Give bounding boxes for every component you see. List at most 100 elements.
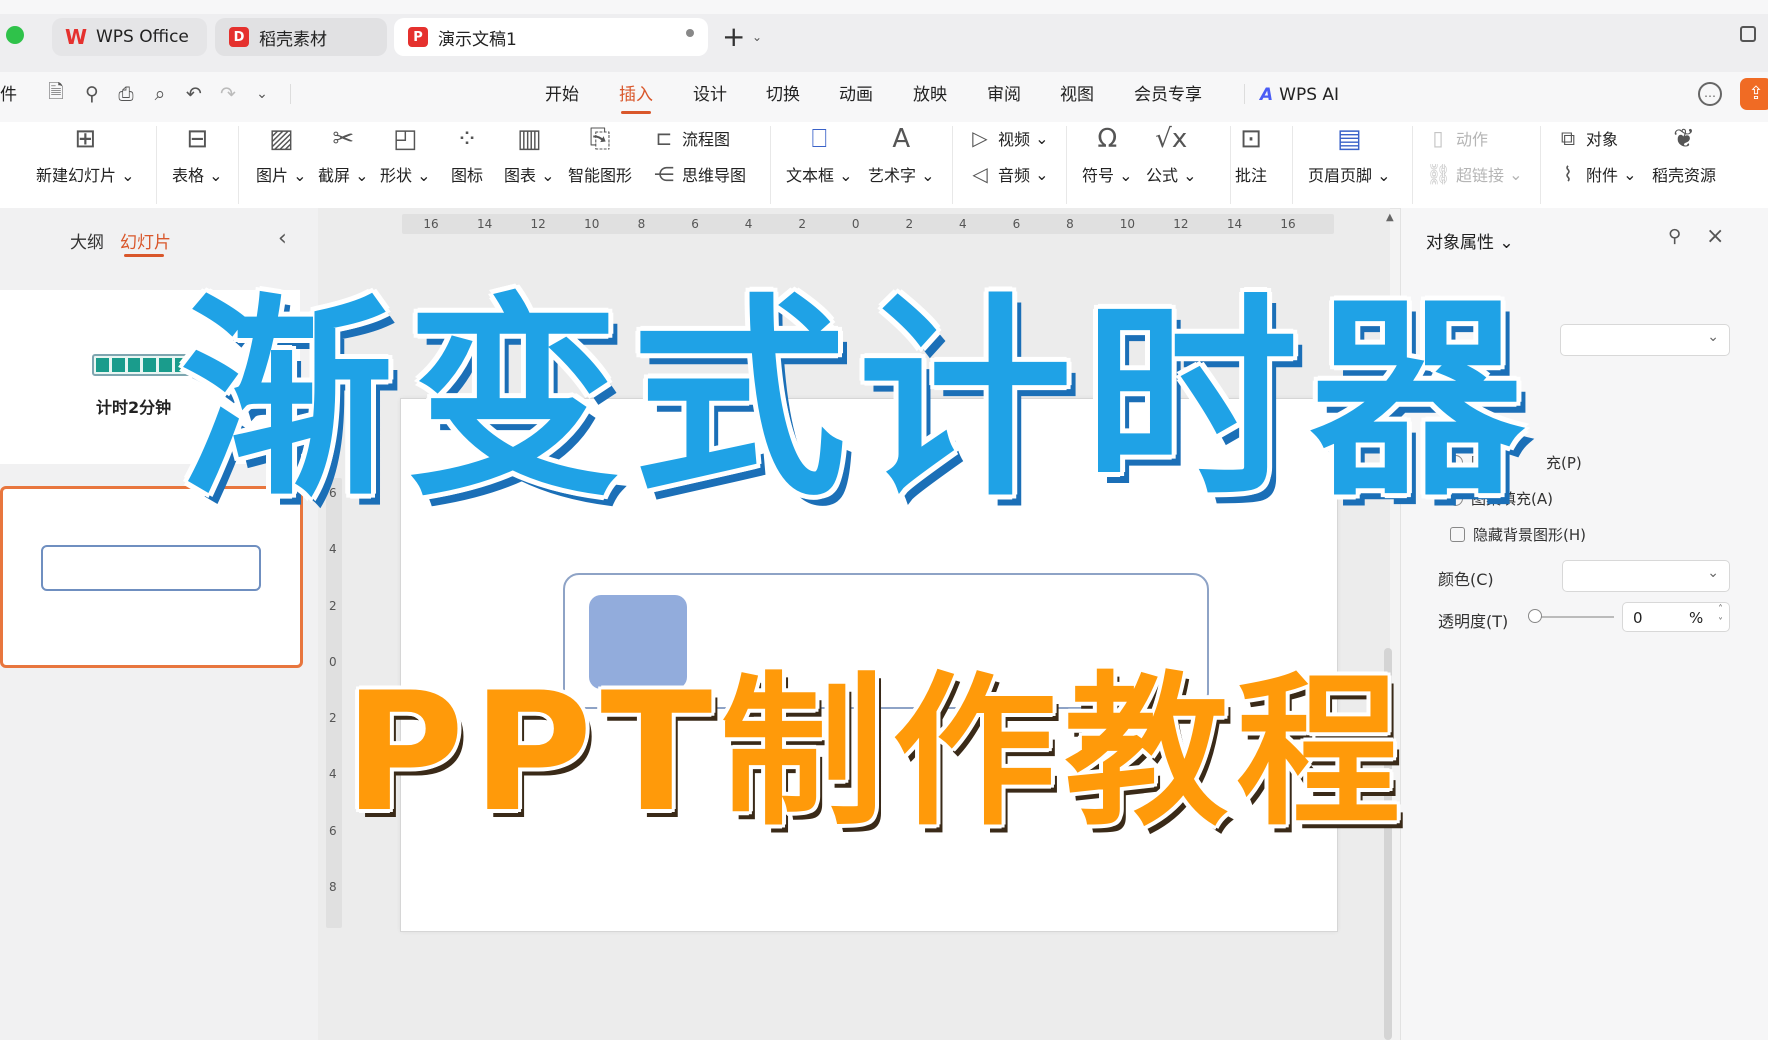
formula-button[interactable]: √x 公式 ⌄ — [1146, 122, 1197, 186]
color-select[interactable]: ⌄ — [1562, 560, 1730, 592]
menu-design[interactable]: 设计 — [693, 74, 727, 116]
smart-graphic-icon: ⎘ — [589, 124, 611, 154]
tab-presentation-1[interactable]: P 演示文稿1 — [394, 18, 708, 56]
scroll-up-icon[interactable]: ▲ — [1386, 212, 1394, 223]
daoke-resources-button[interactable]: ❦ 稻壳资源 — [1652, 122, 1716, 186]
tab-label: 演示文稿1 — [438, 29, 517, 50]
mindmap-button[interactable]: ⋲ 思维导图 — [652, 162, 746, 186]
divider — [770, 126, 771, 204]
menu-member[interactable]: 会员专享 — [1134, 74, 1202, 116]
save-icon[interactable]: 🗎 — [42, 80, 70, 108]
top-strip — [0, 0, 1768, 14]
wps-ai-button[interactable]: A WPS AI — [1260, 74, 1339, 116]
icon-button[interactable]: ⁘ 图标 — [450, 122, 484, 186]
undo-icon[interactable]: ↶ — [180, 80, 208, 108]
spinner-icon[interactable]: ˄ ˅ — [1718, 603, 1723, 629]
new-tab-button[interactable]: + — [722, 20, 745, 53]
picture-button[interactable]: ▨ 图片 ⌄ — [256, 122, 307, 186]
object-icon: ⧉ — [1560, 126, 1576, 150]
ruler-tick-label: 4 — [329, 767, 337, 782]
hyperlink-button[interactable]: ⛓ 超链接 ⌄ — [1426, 162, 1523, 186]
pin-icon[interactable]: ⚲ — [1668, 226, 1681, 247]
new-slide-icon: ⊞ — [74, 124, 97, 154]
formula-icon: √x — [1155, 124, 1188, 154]
audio-button[interactable]: ◁ 音频 ⌄ — [968, 162, 1048, 186]
table-label: 表格 — [172, 166, 205, 185]
window-zoom-button[interactable] — [6, 26, 24, 44]
wordart-icon: A — [892, 124, 911, 154]
transparency-slider-track[interactable] — [1536, 616, 1614, 618]
print-icon[interactable]: ⎙ — [112, 80, 140, 108]
menu-slideshow[interactable]: 放映 — [913, 74, 947, 116]
chart-icon: ▥ — [516, 124, 542, 154]
menu-insert[interactable]: 插入 — [619, 74, 653, 116]
screenshot-icon: ✂ — [332, 124, 355, 154]
menu-animation[interactable]: 动画 — [839, 74, 873, 116]
shape-button[interactable]: ◰ 形状 ⌄ — [380, 122, 431, 186]
menu-file-partial[interactable]: 件 — [0, 74, 17, 116]
print-preview-icon[interactable]: ⌕ — [146, 80, 174, 108]
format-painter-icon[interactable]: ⚲ — [78, 80, 106, 108]
tab-daoke-materials[interactable]: D 稻壳素材 — [215, 18, 387, 56]
ruler-tick-label: 2 — [329, 711, 337, 725]
window-restore-icon[interactable] — [1740, 26, 1756, 42]
tab-list-chevron-icon[interactable]: ⌄ — [752, 30, 762, 44]
video-button[interactable]: ▷ 视频 ⌄ — [968, 126, 1048, 150]
ruler-tick-label: 4 — [329, 542, 337, 557]
ruler-tick-label: 8 — [329, 879, 337, 894]
share-button[interactable]: ⇪ — [1740, 78, 1768, 110]
action-icon: ▯ — [1432, 126, 1444, 150]
new-slide-button[interactable]: ⊞ 新建幻灯片 ⌄ — [36, 122, 135, 186]
screenshot-button[interactable]: ✂ 截屏 ⌄ — [318, 122, 369, 186]
comment-button[interactable]: ⊡ 批注 — [1234, 122, 1268, 186]
smart-graphic-button[interactable]: ⎘ 智能图形 — [568, 122, 632, 186]
overlay-subtitle: PPT制作教程 — [344, 657, 1409, 848]
wordart-button[interactable]: A 艺术字 ⌄ — [868, 122, 935, 186]
table-button[interactable]: ⊟ 表格 ⌄ — [172, 122, 223, 186]
ruler-tick-label: 6 — [329, 823, 337, 838]
transparency-slider-handle[interactable] — [1528, 609, 1542, 623]
progress-bar-thumb — [92, 354, 192, 376]
flowchart-button[interactable]: ⊏ 流程图 — [652, 126, 730, 150]
wordart-label: 艺术字 — [868, 166, 917, 185]
menu-start[interactable]: 开始 — [545, 74, 579, 116]
symbol-button[interactable]: Ω 符号 ⌄ — [1082, 122, 1133, 186]
ruler-tick-label: 2 — [329, 598, 337, 613]
header-footer-button[interactable]: ▤ 页眉页脚 ⌄ — [1308, 122, 1391, 186]
action-button[interactable]: ▯ 动作 — [1426, 126, 1488, 150]
tab-outline[interactable]: 大纲 — [70, 228, 104, 253]
object-button[interactable]: ⧉ 对象 — [1556, 126, 1618, 150]
tab-slides[interactable]: 幻灯片 — [120, 228, 171, 253]
menu-view[interactable]: 视图 — [1060, 74, 1094, 116]
daoke-resources-label: 稻壳资源 — [1652, 166, 1717, 185]
mindmap-label: 思维导图 — [682, 166, 747, 185]
header-footer-label: 页眉页脚 — [1308, 166, 1373, 185]
thumb-caption: 计时2分钟 — [96, 398, 172, 417]
quick-access-more-icon[interactable]: ⌄ — [248, 80, 276, 108]
tab-active-underline — [124, 254, 164, 257]
attachment-button[interactable]: ⌇ 附件 ⌄ — [1556, 162, 1636, 186]
redo-icon[interactable]: ↷ — [214, 80, 242, 108]
smart-graphic-label: 智能图形 — [568, 166, 633, 185]
transparency-unit: % — [1689, 609, 1704, 627]
flowchart-label: 流程图 — [682, 130, 731, 149]
tab-wps-office[interactable]: W WPS Office — [52, 18, 207, 56]
formula-label: 公式 — [1146, 166, 1179, 185]
comment-label: 批注 — [1234, 166, 1267, 185]
transparency-input[interactable]: 0 % ˄ ˅ — [1622, 602, 1730, 632]
divider — [1244, 84, 1245, 104]
mindmap-icon: ⋲ — [654, 162, 674, 186]
audio-label: 音频 — [998, 166, 1031, 185]
divider — [156, 126, 157, 204]
textbox-button[interactable]: ⎕ 文本框 ⌄ — [786, 122, 853, 186]
comment-bubble-icon[interactable]: … — [1698, 82, 1722, 106]
presentation-file-icon: P — [408, 27, 428, 47]
flowchart-icon: ⊏ — [655, 126, 673, 150]
menu-transition[interactable]: 切换 — [766, 74, 800, 116]
textbox-label: 文本框 — [786, 166, 835, 185]
close-icon[interactable]: × — [1706, 224, 1724, 249]
video-label: 视频 — [998, 130, 1031, 149]
symbol-label: 符号 — [1082, 166, 1115, 185]
chart-button[interactable]: ▥ 图表 ⌄ — [504, 122, 555, 186]
menu-review[interactable]: 审阅 — [987, 74, 1021, 116]
